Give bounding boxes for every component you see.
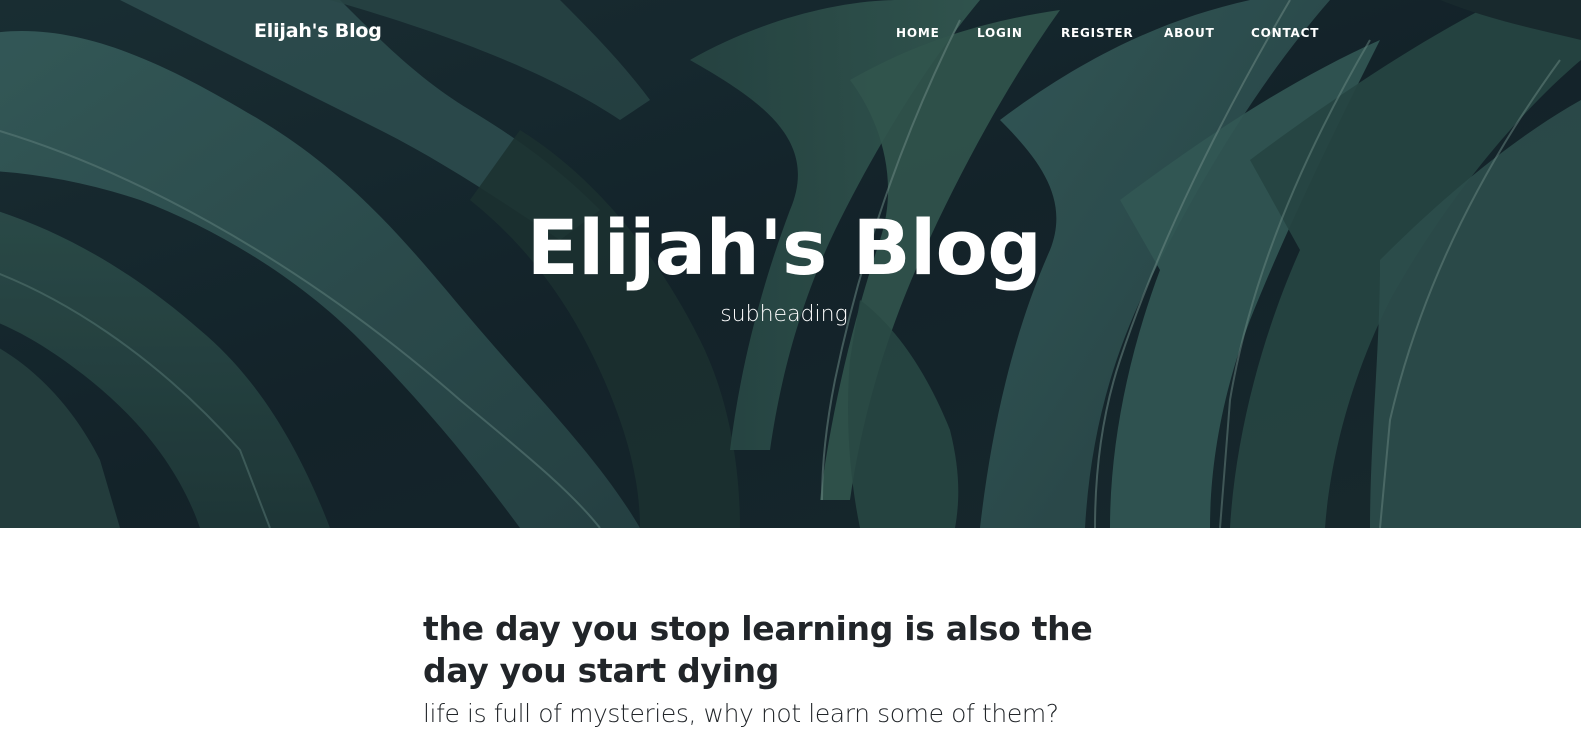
- nav-link-contact[interactable]: CONTACT: [1251, 26, 1319, 40]
- nav-link-home[interactable]: HOME: [896, 26, 940, 40]
- post-title[interactable]: the day you stop learning is also the da…: [423, 608, 1143, 692]
- nav-links: HOME LOGIN REGISTER ABOUT CONTACT: [0, 26, 1581, 42]
- page-title: Elijah's Blog: [526, 203, 1042, 292]
- main-navbar: Elijah's Blog HOME LOGIN REGISTER ABOUT …: [0, 0, 1581, 66]
- masthead: Elijah's Blog HOME LOGIN REGISTER ABOUT …: [0, 0, 1581, 528]
- site-heading: Elijah's Blog subheading: [0, 198, 1568, 330]
- page-subheading: subheading: [720, 302, 848, 327]
- nav-link-login[interactable]: LOGIN: [977, 26, 1023, 40]
- post-subtitle[interactable]: life is full of mysteries, why not learn…: [423, 696, 1143, 732]
- page: Elijah's Blog HOME LOGIN REGISTER ABOUT …: [0, 0, 1581, 753]
- post-preview[interactable]: the day you stop learning is also the da…: [423, 608, 1143, 732]
- nav-link-about[interactable]: ABOUT: [1164, 26, 1215, 40]
- nav-link-register[interactable]: REGISTER: [1061, 26, 1133, 40]
